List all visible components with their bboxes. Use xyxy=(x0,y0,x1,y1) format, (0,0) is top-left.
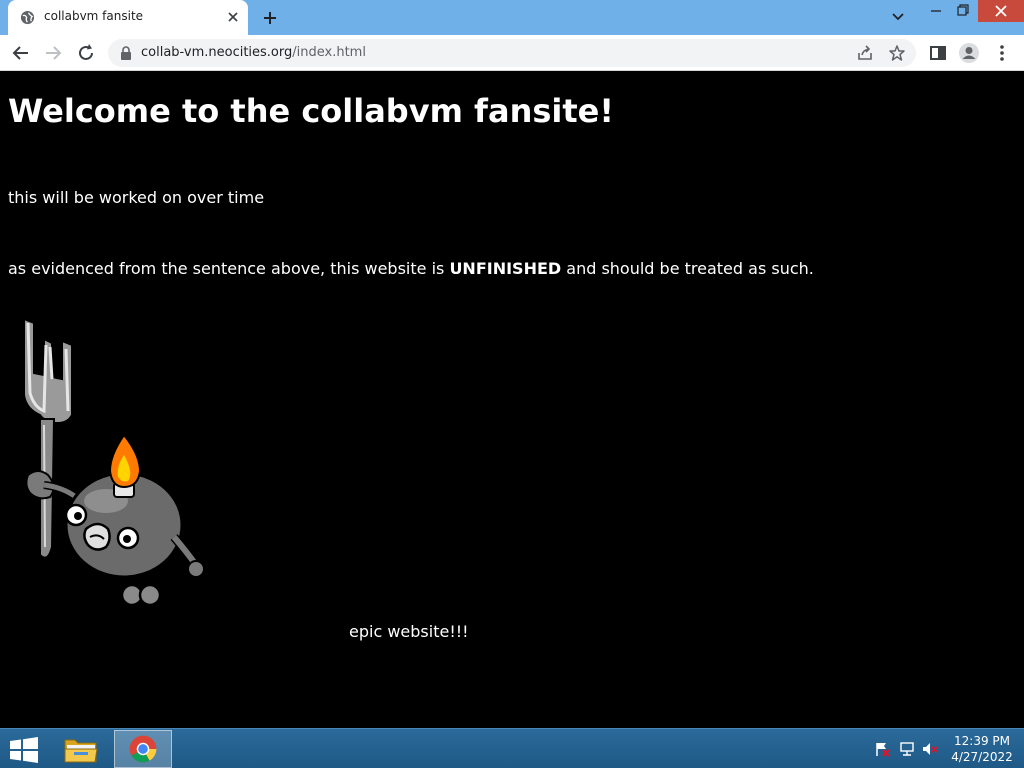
window-close-button[interactable] xyxy=(978,0,1024,22)
minimize-icon[interactable] xyxy=(922,0,950,22)
bomb-mascot-image xyxy=(23,317,205,607)
restore-icon[interactable] xyxy=(950,0,976,22)
plus-icon[interactable] xyxy=(260,8,280,28)
url-text: collab-vm.neocities.org/index.html xyxy=(141,45,366,60)
windows-taskbar: 12:39 PM 4/27/2022 xyxy=(0,728,1024,768)
unfinished-emphasis: UNFINISHED xyxy=(449,259,562,278)
action-center-flag-icon[interactable] xyxy=(874,741,890,757)
clock-time[interactable]: 12:39 PM xyxy=(952,734,1012,748)
page-viewport: Welcome to the collabvm fansite! this wi… xyxy=(0,71,1024,728)
paragraph-unfinished-end: and should be treated as such. xyxy=(561,259,814,278)
browser-tab[interactable]: collabvm fansite xyxy=(8,0,248,35)
reload-icon[interactable] xyxy=(75,42,97,64)
folder-icon[interactable] xyxy=(60,732,102,766)
browser-toolbar: collab-vm.neocities.org/index.html xyxy=(0,35,1024,71)
chrome-taskbar-button[interactable] xyxy=(114,730,172,768)
network-icon[interactable] xyxy=(899,741,915,757)
kebab-menu-icon[interactable] xyxy=(991,42,1013,64)
back-arrow-icon[interactable] xyxy=(10,42,32,64)
windows-logo-icon[interactable] xyxy=(8,737,40,763)
paragraph-unfinished: as evidenced from the sentence above, th… xyxy=(8,259,814,278)
paragraph-unfinished-start: as evidenced from the sentence above, th… xyxy=(8,259,450,278)
url-host: collab-vm.neocities.org xyxy=(141,45,293,60)
chevron-down-icon[interactable] xyxy=(888,8,908,26)
star-icon[interactable] xyxy=(888,44,906,62)
volume-muted-icon[interactable] xyxy=(922,741,938,757)
paragraph-intro: this will be worked on over time xyxy=(8,188,265,207)
globe-icon xyxy=(20,10,35,25)
share-icon[interactable] xyxy=(856,44,874,62)
browser-tab-strip: collabvm fansite xyxy=(0,0,1024,35)
page-title: Welcome to the collabvm fansite! xyxy=(8,92,614,130)
chrome-icon xyxy=(129,735,157,763)
side-panel-icon[interactable] xyxy=(927,42,949,64)
forward-arrow-icon[interactable] xyxy=(42,42,64,64)
lock-icon[interactable] xyxy=(120,46,132,60)
clock-date[interactable]: 4/27/2022 xyxy=(948,750,1016,764)
profile-icon[interactable] xyxy=(958,42,980,64)
tab-title: collabvm fansite xyxy=(44,9,144,23)
url-path: /index.html xyxy=(292,45,366,60)
close-icon[interactable] xyxy=(224,8,242,26)
caption-text: epic website!!! xyxy=(349,622,469,641)
address-bar[interactable]: collab-vm.neocities.org/index.html xyxy=(108,39,916,67)
